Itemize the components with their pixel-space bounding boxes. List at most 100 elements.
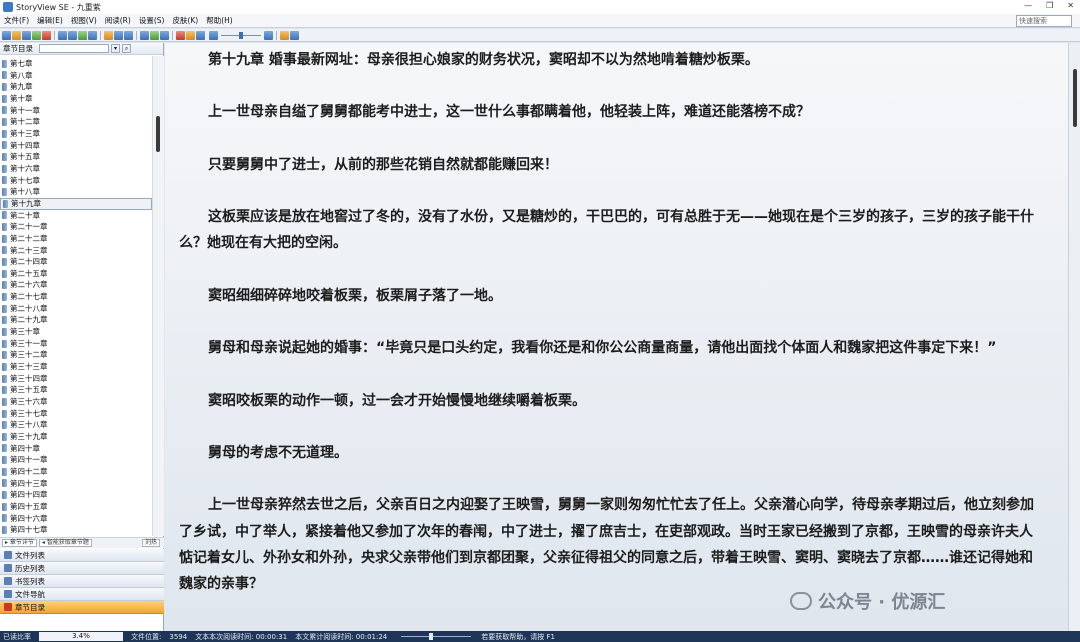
chapter-item[interactable]: 第三十章 xyxy=(0,326,152,338)
font-icon[interactable] xyxy=(140,30,149,40)
find-icon[interactable] xyxy=(114,30,123,40)
chapter-item[interactable]: 第三十二章 xyxy=(0,349,152,361)
layout-icon[interactable] xyxy=(160,30,169,40)
chapter-item[interactable]: 第十四章 xyxy=(0,140,152,152)
menu-settings[interactable]: 设置(S) xyxy=(135,15,169,26)
chapter-item[interactable]: 第四十二章 xyxy=(0,466,152,478)
chapter-item[interactable]: 第十八章 xyxy=(0,186,152,198)
auto-scroll-icon[interactable] xyxy=(186,30,195,40)
quick-search-input[interactable]: 快速搜索 xyxy=(1016,15,1072,27)
menu-help[interactable]: 帮助(H) xyxy=(202,15,237,26)
help-icon[interactable] xyxy=(290,30,299,40)
nav-group-5[interactable]: 章节目录 xyxy=(0,601,164,614)
chapter-item-selected[interactable]: 第十九章 xyxy=(0,197,152,210)
chapter-item[interactable]: 第十三章 xyxy=(0,128,152,140)
bookmark-icon[interactable] xyxy=(32,30,41,40)
book-icon xyxy=(2,176,7,185)
status-bar: 已读比率 3.4% 文件位置: 3594 文本本次阅读时间: 00:00:31 … xyxy=(0,631,1080,642)
chapter-item[interactable]: 第二十一章 xyxy=(0,221,152,233)
chapter-item[interactable]: 第三十六章 xyxy=(0,396,152,408)
replace-icon[interactable] xyxy=(124,30,133,40)
chapter-item[interactable]: 第四十六章 xyxy=(0,513,152,525)
chapter-item[interactable]: 第九章 xyxy=(0,81,152,93)
chapter-item[interactable]: 第三十五章 xyxy=(0,384,152,396)
chapter-item[interactable]: 第三十三章 xyxy=(0,361,152,373)
nav-group-4[interactable]: 文件导航 xyxy=(0,588,164,601)
back-icon[interactable] xyxy=(58,30,67,40)
chapter-item[interactable]: 第二十七章 xyxy=(0,291,152,303)
chapter-item[interactable]: 第二十三章 xyxy=(0,245,152,257)
chapter-item[interactable]: 第七章 xyxy=(0,58,152,70)
close-button[interactable]: ✕ xyxy=(1067,1,1074,10)
chapter-item[interactable]: 第三十一章 xyxy=(0,338,152,350)
fullscreen-icon[interactable] xyxy=(196,30,205,40)
lamp-icon[interactable] xyxy=(280,30,289,40)
chapter-item[interactable]: 第二十五章 xyxy=(0,268,152,280)
chapter-item[interactable]: 第二十四章 xyxy=(0,256,152,268)
folder-icon xyxy=(4,603,12,611)
menu-view[interactable]: 视图(V) xyxy=(67,15,101,26)
color-icon[interactable] xyxy=(150,30,159,40)
menu-edit[interactable]: 编辑(E) xyxy=(33,15,67,26)
chapter-detail-button[interactable]: ▸ 章节详节 xyxy=(2,539,37,547)
chapter-item[interactable]: 第十二章 xyxy=(0,116,152,128)
scrollbar-thumb[interactable] xyxy=(1073,69,1077,127)
chapter-item[interactable]: 第十六章 xyxy=(0,163,152,175)
open-icon[interactable] xyxy=(2,30,11,40)
position-slider[interactable] xyxy=(401,633,472,640)
chapter-item[interactable]: 第三十七章 xyxy=(0,408,152,420)
delete-icon[interactable] xyxy=(42,30,51,40)
chapter-item[interactable]: 第八章 xyxy=(0,70,152,82)
nav-group-label: 文件列表 xyxy=(15,550,45,560)
refresh-chapter-button[interactable]: 刘热 xyxy=(141,539,160,547)
chapter-item[interactable]: 第四十七章 xyxy=(0,524,152,536)
zoom-slider[interactable] xyxy=(209,30,273,40)
zoom-in-icon[interactable] xyxy=(264,30,273,40)
chapter-item[interactable]: 第三十九章 xyxy=(0,431,152,443)
chapter-item[interactable]: 第四十五章 xyxy=(0,501,152,513)
chapter-label: 第四十二章 xyxy=(10,466,48,476)
chapter-search-input[interactable] xyxy=(39,44,109,53)
chapter-item[interactable]: 第二十九章 xyxy=(0,314,152,326)
position-slider-handle[interactable] xyxy=(429,633,434,640)
restore-button[interactable]: ❐ xyxy=(1046,1,1053,10)
forward-icon[interactable] xyxy=(68,30,77,40)
chapter-item[interactable]: 第十章 xyxy=(0,93,152,105)
reading-pane[interactable]: 第十九章 婚事最新网址：母亲很担心娘家的财务状况，窦昭却不以为然地啃着糖炒板栗。… xyxy=(165,43,1068,631)
book-icon xyxy=(2,327,7,336)
chapter-list-scrollbar[interactable] xyxy=(152,56,164,536)
edit-icon[interactable] xyxy=(104,30,113,40)
chapter-item[interactable]: 第二十六章 xyxy=(0,279,152,291)
folder-icon[interactable] xyxy=(12,30,21,40)
zoom-out-icon[interactable] xyxy=(209,30,218,40)
chapter-item[interactable]: 第三十八章 xyxy=(0,419,152,431)
chapter-item[interactable]: 第十一章 xyxy=(0,105,152,117)
up-icon[interactable] xyxy=(88,30,97,40)
sidebar-menu-icon[interactable]: ▾ xyxy=(111,44,120,53)
refresh-icon[interactable] xyxy=(78,30,87,40)
chapter-item[interactable]: 第十七章 xyxy=(0,175,152,187)
chapter-item[interactable]: 第三十四章 xyxy=(0,373,152,385)
nav-group-3[interactable]: 书签列表 xyxy=(0,575,164,588)
search-icon[interactable]: ⌕ xyxy=(122,44,131,53)
minimize-button[interactable]: — xyxy=(1024,1,1032,10)
reader-scrollbar[interactable] xyxy=(1068,43,1080,631)
chapter-item[interactable]: 第二十八章 xyxy=(0,303,152,315)
chapter-item[interactable]: 第二十二章 xyxy=(0,233,152,245)
save-icon[interactable] xyxy=(22,30,31,40)
chapter-item[interactable]: 第四十一章 xyxy=(0,454,152,466)
chapter-item[interactable]: 第四十三章 xyxy=(0,478,152,490)
menu-skin[interactable]: 皮肤(K) xyxy=(168,15,202,26)
stop-icon[interactable] xyxy=(176,30,185,40)
zoom-slider-handle[interactable] xyxy=(239,31,243,39)
nav-group-2[interactable]: 历史列表 xyxy=(0,562,164,575)
chapter-item[interactable]: 第四十章 xyxy=(0,443,152,455)
scrollbar-thumb[interactable] xyxy=(156,116,160,152)
menu-file[interactable]: 文件(F) xyxy=(0,15,33,26)
menu-read[interactable]: 阅读(R) xyxy=(101,15,135,26)
chapter-item[interactable]: 第二十章 xyxy=(0,210,152,222)
chapter-item[interactable]: 第四十四章 xyxy=(0,489,152,501)
chapter-item[interactable]: 第十五章 xyxy=(0,151,152,163)
smart-chapter-button[interactable]: ◂ 智能获取章节题 xyxy=(38,539,92,547)
nav-group-1[interactable]: 文件列表 xyxy=(0,549,164,562)
